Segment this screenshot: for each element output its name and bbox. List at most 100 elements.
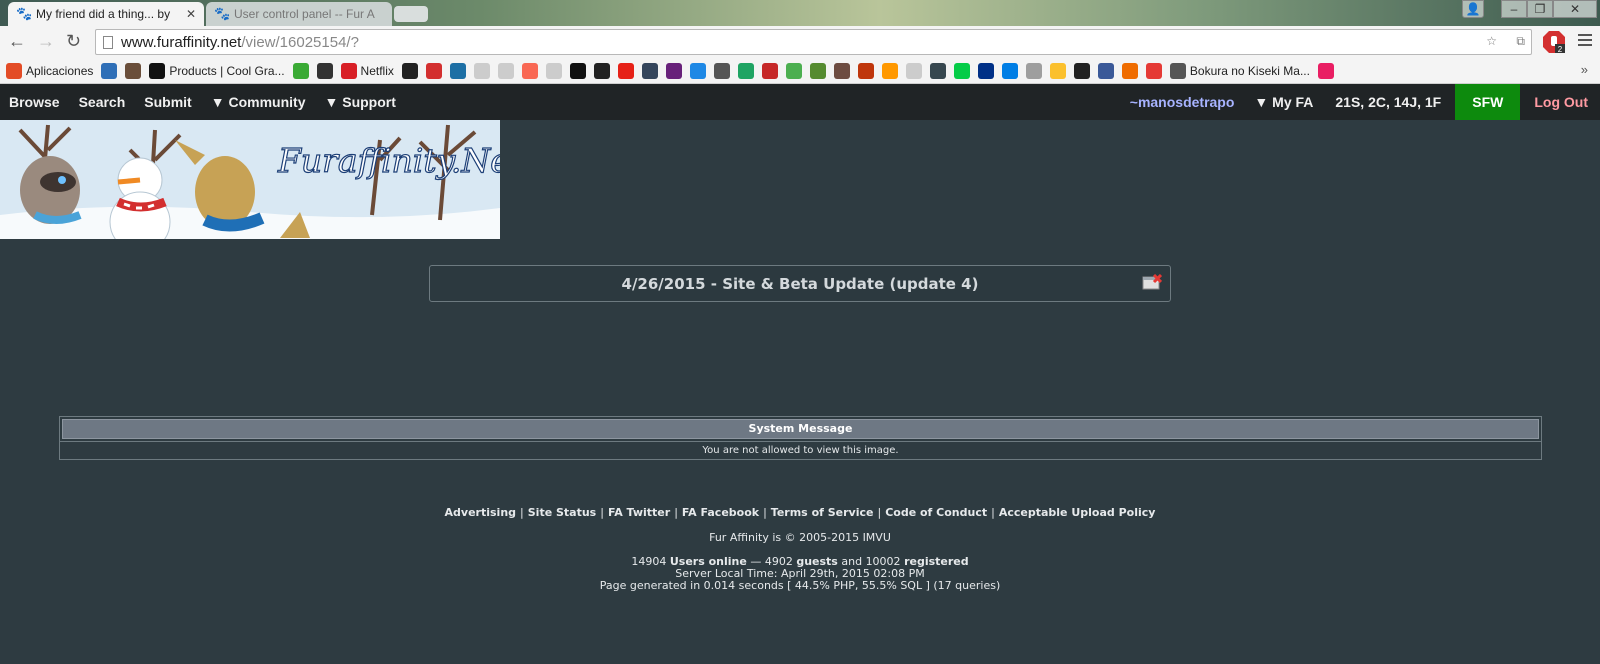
user-profile-icon[interactable]: 👤 <box>1462 0 1484 18</box>
footer-link-upload-policy[interactable]: Acceptable Upload Policy <box>999 506 1156 519</box>
nav-support[interactable]: ▼ Support <box>324 94 395 110</box>
bookmark-item[interactable] <box>292 60 309 82</box>
bookmark-item[interactable] <box>833 60 850 82</box>
page-generated: Page generated in 0.014 seconds [ 44.5% … <box>599 579 1001 592</box>
red-feather-icon <box>425 62 442 79</box>
bookmark-item[interactable] <box>929 60 946 82</box>
bookmark-item[interactable] <box>689 60 706 82</box>
username-link[interactable]: ~manosdetrapo <box>1130 94 1235 110</box>
bookmark-item[interactable] <box>977 60 994 82</box>
bookmark-item[interactable] <box>857 60 874 82</box>
footer-link-twitter[interactable]: FA Twitter <box>608 506 670 519</box>
color-squares-icon <box>1121 62 1138 79</box>
bookmark-item[interactable] <box>881 60 898 82</box>
footer-link-advertising[interactable]: Advertising <box>445 506 517 519</box>
paw-icon: 🐾 <box>214 6 231 21</box>
tab-inactive[interactable]: 🐾 User control panel -- Fur A <box>206 2 392 26</box>
sfw-toggle[interactable]: SFW <box>1455 84 1521 120</box>
bookmark-item[interactable] <box>1145 60 1162 82</box>
patreon-icon <box>521 62 538 79</box>
dismiss-notice-icon[interactable] <box>1142 273 1163 291</box>
bookmark-item[interactable] <box>1001 60 1018 82</box>
facebook-icon <box>1097 62 1114 79</box>
bookmark-item[interactable] <box>1025 60 1042 82</box>
red-ring-icon <box>1145 62 1162 79</box>
bookmark-item[interactable] <box>1097 60 1114 82</box>
bookmark-item[interactable] <box>401 60 418 82</box>
address-bar[interactable]: www.furaffinity.net/view/16025154/? ☆ ⧉ <box>95 29 1532 55</box>
te-icon <box>569 62 586 79</box>
bookmark-item[interactable] <box>449 60 466 82</box>
back-button[interactable]: ← <box>8 31 26 52</box>
footer-link-facebook[interactable]: FA Facebook <box>682 506 759 519</box>
bookmark-item[interactable] <box>569 60 586 82</box>
restore-button[interactable]: ❐ <box>1527 0 1553 18</box>
bookmark-item[interactable] <box>665 60 682 82</box>
bookmark-item[interactable] <box>617 60 634 82</box>
bookmark-item[interactable]: Bokura no Kiseki Ma... <box>1169 60 1310 82</box>
bookmark-star-icon[interactable]: ☆ <box>1486 34 1497 48</box>
nav-browse[interactable]: Browse <box>9 94 60 110</box>
bookmark-item[interactable] <box>497 60 514 82</box>
character-icon <box>1317 62 1334 79</box>
page-icon <box>497 62 514 79</box>
new-tab-button[interactable] <box>394 6 428 22</box>
tab-active[interactable]: 🐾 My friend did a thing... by ✕ <box>8 2 204 26</box>
bookmark-item[interactable] <box>425 60 442 82</box>
bookmark-item[interactable] <box>905 60 922 82</box>
youtube-icon <box>617 62 634 79</box>
bookmark-item[interactable] <box>1317 60 1334 82</box>
bookmark-item[interactable] <box>593 60 610 82</box>
bookmark-item[interactable] <box>809 60 826 82</box>
bookmark-item[interactable]: Products | Cool Gra... <box>149 60 285 82</box>
copyright-text: Fur Affinity is © 2005-2015 IMVU <box>709 531 891 544</box>
forward-button[interactable]: → <box>37 31 55 52</box>
bookmark-item[interactable] <box>641 60 658 82</box>
bookmark-item[interactable] <box>1121 60 1138 82</box>
bookmark-item[interactable] <box>737 60 754 82</box>
menu-icon[interactable] <box>1578 33 1592 52</box>
system-message-box: System Message You are not allowed to vi… <box>59 416 1542 460</box>
footer-link-code-of-conduct[interactable]: Code of Conduct <box>885 506 987 519</box>
browser-titlebar: 🐾 My friend did a thing... by ✕ 🐾 User c… <box>0 0 1600 26</box>
my-fa-menu[interactable]: ▼ My FA <box>1254 94 1313 110</box>
shield-icon <box>929 62 946 79</box>
bookmark-item[interactable] <box>316 60 333 82</box>
close-tab-icon[interactable]: ✕ <box>186 7 196 21</box>
minimize-button[interactable]: – <box>1501 0 1527 18</box>
bookmark-item[interactable] <box>101 60 118 82</box>
logout-link[interactable]: Log Out <box>1534 94 1588 110</box>
site-banner[interactable]: Furaffinity.Net <box>0 120 500 239</box>
bookmark-item[interactable]: Aplicaciones <box>6 60 93 82</box>
paypal-icon <box>977 62 994 79</box>
nav-search[interactable]: Search <box>79 94 126 110</box>
apps-grid-icon <box>6 62 22 79</box>
bookmark-item[interactable] <box>545 60 562 82</box>
bookmark-item[interactable] <box>473 60 490 82</box>
grey-icon <box>1025 62 1042 79</box>
notification-counts[interactable]: 21S, 2C, 14J, 1F <box>1335 94 1441 110</box>
nav-submit[interactable]: Submit <box>144 94 191 110</box>
footer-link-terms[interactable]: Terms of Service <box>771 506 874 519</box>
tab-title: User control panel -- Fur A <box>234 7 375 21</box>
bookmark-item[interactable] <box>713 60 730 82</box>
footer-link-site-status[interactable]: Site Status <box>528 506 596 519</box>
bookmark-item[interactable] <box>521 60 538 82</box>
bookmark-item[interactable] <box>1073 60 1090 82</box>
bookmark-item[interactable] <box>125 60 142 82</box>
nav-community[interactable]: ▼ Community <box>211 94 306 110</box>
bookmarks-overflow-button[interactable]: » <box>1581 62 1588 77</box>
bookmark-item[interactable] <box>785 60 802 82</box>
site-notice[interactable]: 4/26/2015 - Site & Beta Update (update 4… <box>429 265 1171 302</box>
users-total: 14904 <box>631 555 667 568</box>
bookmark-item[interactable] <box>953 60 970 82</box>
bookmark-item[interactable]: Netflix <box>340 60 394 82</box>
reload-button[interactable]: ↻ <box>66 31 81 52</box>
paw-icon <box>401 62 418 79</box>
banner-logo-text: Furaffinity.Net <box>277 141 500 180</box>
bookmark-item[interactable] <box>1049 60 1066 82</box>
close-window-button[interactable]: ✕ <box>1553 0 1597 18</box>
adblock-extension-icon[interactable]: 2 <box>1542 30 1566 59</box>
translate-icon[interactable]: ⧉ <box>1516 34 1525 49</box>
bookmark-item[interactable] <box>761 60 778 82</box>
